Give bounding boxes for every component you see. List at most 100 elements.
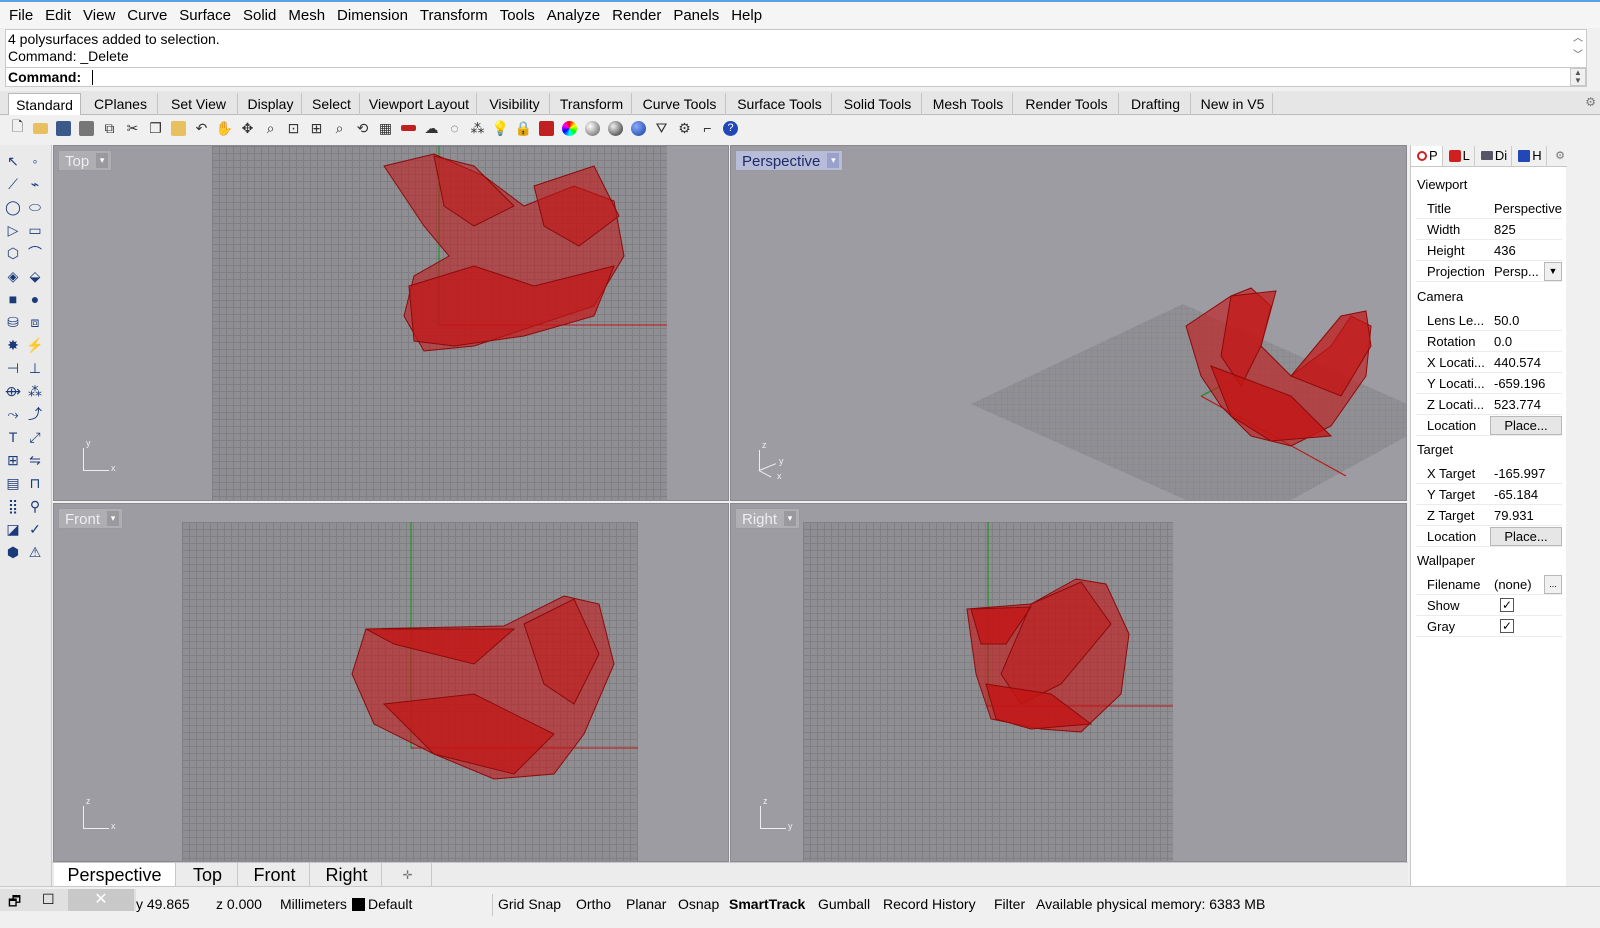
help-icon[interactable]: ? bbox=[719, 117, 742, 139]
current-layer[interactable]: Default bbox=[352, 894, 412, 914]
mirror-icon[interactable]: ⇋ bbox=[25, 450, 45, 470]
boolean-icon[interactable]: ● bbox=[25, 289, 45, 309]
pan-icon[interactable]: ✋ bbox=[213, 117, 236, 139]
blend-icon[interactable]: ⤴ bbox=[25, 404, 45, 424]
polygon-icon[interactable]: ⬡ bbox=[3, 243, 23, 263]
offset-icon[interactable]: ⤳ bbox=[3, 404, 23, 424]
curve-icon[interactable]: ⌁ bbox=[25, 174, 45, 194]
options-icon[interactable]: ⚙ bbox=[673, 117, 696, 139]
projection-select[interactable]: Persp... bbox=[1490, 261, 1544, 281]
z-location-field[interactable]: 523.774 bbox=[1490, 394, 1562, 414]
y-location-field[interactable]: -659.196 bbox=[1490, 373, 1562, 393]
open-file-icon[interactable] bbox=[29, 117, 52, 139]
menu-view[interactable]: View bbox=[77, 7, 121, 24]
tab-solid-tools[interactable]: Solid Tools bbox=[834, 93, 922, 115]
menu-transform[interactable]: Transform bbox=[414, 7, 494, 24]
gumball-toggle[interactable]: Gumball bbox=[818, 894, 870, 914]
text-icon[interactable]: T bbox=[3, 427, 23, 447]
viewport-label-top[interactable]: Top ▾ bbox=[58, 150, 113, 171]
render-mesh-icon[interactable]: ⬢ bbox=[3, 542, 23, 562]
menu-file[interactable]: File bbox=[3, 7, 39, 24]
arc-icon[interactable]: ⌒ bbox=[25, 243, 45, 263]
show-icon[interactable]: ⁂ bbox=[466, 117, 489, 139]
viewport-tab-perspective[interactable]: Perspective bbox=[54, 863, 176, 887]
x-location-field[interactable]: 440.574 bbox=[1490, 352, 1562, 372]
tab-set-view[interactable]: Set View bbox=[160, 93, 238, 115]
zoom-extents-icon[interactable]: ⊞ bbox=[305, 117, 328, 139]
layer-icon[interactable]: ▤ bbox=[3, 473, 23, 493]
box-icon[interactable]: ■ bbox=[3, 289, 23, 309]
command-history[interactable]: 4 polysurfaces added to selection. Comma… bbox=[5, 29, 1587, 87]
show-checkbox[interactable]: ✓ bbox=[1500, 598, 1514, 612]
tab-viewport-layout[interactable]: Viewport Layout bbox=[362, 93, 477, 115]
viewport-tab-right[interactable]: Right bbox=[312, 863, 382, 887]
menu-curve[interactable]: Curve bbox=[121, 7, 173, 24]
tab-curve-tools[interactable]: Curve Tools bbox=[634, 93, 726, 115]
lens-length-field[interactable]: 50.0 bbox=[1490, 310, 1562, 330]
chevron-down-icon[interactable]: ▾ bbox=[107, 511, 120, 526]
select-arrow-icon[interactable]: ↖ bbox=[3, 151, 23, 171]
light-icon[interactable]: ⚠ bbox=[25, 542, 45, 562]
camera-place-button[interactable]: Place... bbox=[1490, 416, 1562, 435]
chevron-down-icon[interactable]: ▾ bbox=[827, 153, 840, 168]
units[interactable]: Millimeters bbox=[280, 894, 347, 914]
trim-icon[interactable]: ⊣ bbox=[3, 358, 23, 378]
object-properties-icon[interactable] bbox=[535, 117, 558, 139]
chevron-down-icon[interactable]: ▾ bbox=[96, 153, 109, 168]
split-icon[interactable]: ⊥ bbox=[25, 358, 45, 378]
tab-select[interactable]: Select bbox=[304, 93, 360, 115]
tab-visibility[interactable]: Visibility bbox=[480, 93, 550, 115]
viewport-tab-front[interactable]: Front bbox=[240, 863, 310, 887]
move-view-icon[interactable]: ✥ bbox=[236, 117, 259, 139]
scroll-down-icon[interactable]: ﹀ bbox=[1570, 48, 1586, 64]
z-target-field[interactable]: 79.931 bbox=[1490, 505, 1562, 525]
named-view-icon[interactable]: ☁ bbox=[420, 117, 443, 139]
tab-transform[interactable]: Transform bbox=[552, 93, 632, 115]
tab-mesh-tools[interactable]: Mesh Tools bbox=[924, 93, 1013, 115]
light-bulb-icon[interactable]: 💡 bbox=[489, 117, 512, 139]
circle-icon[interactable]: ◯ bbox=[3, 197, 23, 217]
menu-edit[interactable]: Edit bbox=[39, 7, 77, 24]
hide-icon[interactable]: ◌ bbox=[443, 117, 466, 139]
zoom-selected-icon[interactable]: ⌕ bbox=[328, 117, 351, 139]
tab-standard[interactable]: Standard bbox=[8, 93, 81, 115]
record-history-toggle[interactable]: Record History bbox=[883, 894, 976, 914]
point-grid-icon[interactable]: ⣿ bbox=[3, 496, 23, 516]
viewport-label-right[interactable]: Right ▾ bbox=[735, 508, 801, 529]
menu-mesh[interactable]: Mesh bbox=[282, 7, 331, 24]
paste-icon[interactable] bbox=[167, 117, 190, 139]
rendered-sphere-icon[interactable] bbox=[604, 117, 627, 139]
scale-icon[interactable]: ⤢ bbox=[25, 427, 45, 447]
tab-display[interactable]: Display bbox=[240, 93, 302, 115]
ortho-toggle[interactable]: Ortho bbox=[576, 894, 611, 914]
restore-window-icon[interactable]: 🗗 bbox=[8, 891, 21, 915]
menu-help[interactable]: Help bbox=[725, 7, 768, 24]
gumball-icon[interactable]: ⚲ bbox=[25, 496, 45, 516]
rectangle-icon[interactable]: ▭ bbox=[25, 220, 45, 240]
undo-icon[interactable]: ↶ bbox=[190, 117, 213, 139]
target-place-button[interactable]: Place... bbox=[1490, 527, 1562, 546]
check-icon[interactable]: ✓ bbox=[25, 519, 45, 539]
select-filter-icon[interactable]: ⛛ bbox=[650, 117, 673, 139]
smarttrack-toggle[interactable]: SmartTrack bbox=[729, 894, 805, 914]
array-icon[interactable]: ⊞ bbox=[3, 450, 23, 470]
viewport-label-front[interactable]: Front ▾ bbox=[58, 508, 124, 529]
height-field[interactable]: 436 bbox=[1490, 240, 1562, 260]
lock-icon[interactable]: 🔒 bbox=[512, 117, 535, 139]
menu-surface[interactable]: Surface bbox=[173, 7, 237, 24]
gear-icon[interactable]: ⚙ bbox=[1555, 149, 1567, 162]
shaded-sphere-icon[interactable] bbox=[581, 117, 604, 139]
save-icon[interactable] bbox=[52, 117, 75, 139]
new-file-icon[interactable]: 🗋 bbox=[6, 117, 29, 139]
gear-icon[interactable]: ⚙ bbox=[1585, 95, 1596, 109]
analyze-icon[interactable]: ◪ bbox=[3, 519, 23, 539]
chevron-down-icon[interactable]: ▾ bbox=[784, 511, 797, 526]
tab-layers[interactable]: L bbox=[1443, 145, 1475, 166]
tab-cplanes[interactable]: CPlanes bbox=[84, 93, 158, 115]
group-icon[interactable]: ⁂ bbox=[25, 381, 45, 401]
point-icon[interactable]: ◦ bbox=[25, 151, 45, 171]
tab-display[interactable]: Di bbox=[1475, 145, 1513, 166]
menu-solid[interactable]: Solid bbox=[237, 7, 282, 24]
scroll-up-icon[interactable]: ︿ bbox=[1570, 31, 1586, 47]
explode-icon[interactable]: ✸ bbox=[3, 335, 23, 355]
